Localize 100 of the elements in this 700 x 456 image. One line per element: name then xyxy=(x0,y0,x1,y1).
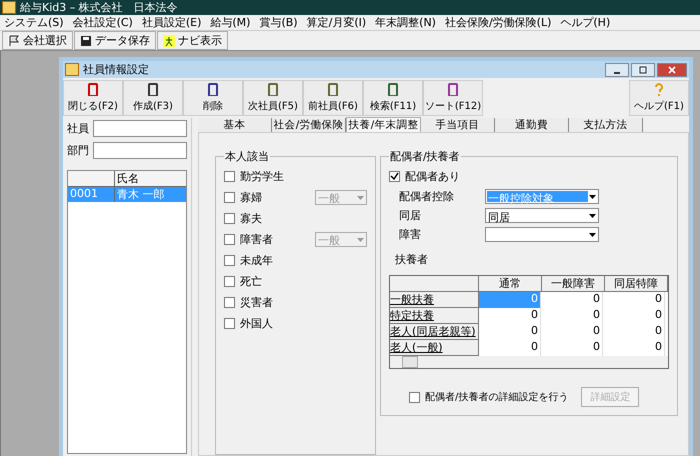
toolbar-icon xyxy=(207,83,219,96)
toolbar-button[interactable]: 削除 xyxy=(183,80,243,116)
checkbox-label: 寡夫 xyxy=(240,211,263,226)
maximize-button[interactable] xyxy=(631,62,655,76)
department-field[interactable] xyxy=(93,142,187,159)
dropdown-arrow-icon xyxy=(357,196,364,200)
toolbar-button[interactable]: 前社員(F6) xyxy=(303,80,363,116)
table-cell[interactable]: 0 xyxy=(541,292,603,308)
app-logo-icon xyxy=(65,63,79,76)
table-cell[interactable]: 0 xyxy=(541,308,603,324)
toolbar-button[interactable]: データ保存 xyxy=(74,31,156,50)
menu-item[interactable]: 社員設定(E) xyxy=(142,15,202,30)
toolbar-button[interactable]: 閉じる(F2) xyxy=(63,80,123,116)
tab[interactable]: 社会/労働保険 xyxy=(272,118,346,132)
maximize-icon xyxy=(639,66,647,74)
menu-item[interactable]: 社会保険/労働保険(L) xyxy=(444,15,552,30)
checkbox-label: 外国人 xyxy=(240,316,274,331)
column-header: 一般障害 xyxy=(542,276,605,292)
checkbox-label: 災害者 xyxy=(240,295,274,310)
menu-item[interactable]: 年末調整(N) xyxy=(375,15,436,30)
dropdown-arrow-icon xyxy=(357,238,364,242)
table-cell[interactable]: 0 xyxy=(603,292,665,308)
menu-item[interactable]: 会社設定(C) xyxy=(72,15,133,30)
dropdown[interactable]: 同居 xyxy=(485,208,599,223)
dropdown[interactable] xyxy=(485,227,599,242)
row-header: 特定扶養 xyxy=(390,308,479,324)
row-header: 一般扶養 xyxy=(390,292,479,308)
tab[interactable]: 手当項目 xyxy=(421,118,495,132)
menu-item[interactable]: 給与(M) xyxy=(210,15,250,30)
minimize-icon xyxy=(614,72,620,74)
checkbox[interactable] xyxy=(224,255,235,266)
app-logo-icon xyxy=(2,1,16,14)
toolbar-icon xyxy=(327,83,339,96)
checkbox[interactable] xyxy=(224,192,235,203)
close-icon xyxy=(668,66,676,74)
checkbox[interactable] xyxy=(224,297,235,308)
toolbar-button[interactable]: 会社選択 xyxy=(2,31,73,50)
column-header: 同居特障 xyxy=(605,276,668,292)
checkbox-label: 障害者 xyxy=(240,232,274,247)
help-button[interactable]: ヘルプ(F1) xyxy=(629,80,689,116)
employee-field[interactable] xyxy=(93,120,187,137)
runner-icon xyxy=(163,34,175,46)
checkbox[interactable] xyxy=(224,234,235,245)
section-label: 扶養者 xyxy=(394,252,429,268)
row-header: 老人(同居老親等) xyxy=(390,324,479,340)
table-cell[interactable]: 0 xyxy=(541,324,603,340)
window-title: 給与Kid3 – 株式会社 日本法令 xyxy=(20,0,178,15)
toolbar-icon xyxy=(267,83,279,96)
table-cell[interactable]: 0 xyxy=(603,308,665,324)
tab[interactable]: 扶養/年末調整 xyxy=(346,117,421,132)
checkbox-label: 未成年 xyxy=(240,253,274,268)
employee-label: 社員 xyxy=(67,121,89,136)
menu-item[interactable]: 賞与(B) xyxy=(259,15,298,30)
checkbox[interactable] xyxy=(224,171,235,182)
field-label: 障害 xyxy=(399,227,422,242)
checkbox[interactable] xyxy=(224,276,235,287)
horizontal-scrollbar[interactable] xyxy=(390,356,668,368)
menu-item[interactable]: システム(S) xyxy=(4,15,64,30)
tab[interactable]: 基本 xyxy=(198,118,272,132)
field-label: 配偶者控除 xyxy=(399,189,455,204)
checkbox-label: 勤労学生 xyxy=(240,169,285,184)
dropdown-arrow-icon xyxy=(589,194,596,198)
minimize-button[interactable] xyxy=(605,62,629,76)
checkbox-label: 寡婦 xyxy=(240,190,263,205)
table-cell[interactable]: 0 xyxy=(479,308,541,324)
table-cell[interactable]: 0 xyxy=(479,324,541,340)
dropdown-arrow-icon xyxy=(589,232,596,236)
toolbar-icon xyxy=(87,83,99,96)
toolbar-button[interactable]: ナビ表示 xyxy=(157,31,228,50)
group-title: 本人該当 xyxy=(224,149,270,164)
help-icon xyxy=(654,83,664,96)
menu-item[interactable]: 算定/月変(I) xyxy=(306,15,366,30)
column-header: 通常 xyxy=(479,276,542,292)
toolbar-button[interactable]: 次社員(F5) xyxy=(243,80,303,116)
toolbar-icon xyxy=(147,83,159,96)
checkbox[interactable] xyxy=(224,318,235,329)
department-label: 部門 xyxy=(67,143,89,158)
checkbox-label: 配偶者あり xyxy=(405,169,460,184)
flag-icon xyxy=(8,34,20,46)
toolbar-icon xyxy=(447,83,459,96)
tab[interactable]: 支払方法 xyxy=(569,118,643,132)
field-label: 同居 xyxy=(399,208,422,223)
window-title: 社員情報設定 xyxy=(83,62,149,77)
toolbar-icon xyxy=(387,83,399,96)
row-header: 老人(一般) xyxy=(390,340,479,356)
tab[interactable]: 通勤費 xyxy=(495,118,569,132)
toolbar-button[interactable]: 作成(F3) xyxy=(123,80,183,116)
close-button[interactable] xyxy=(657,62,687,76)
checkbox-label: 死亡 xyxy=(240,274,263,289)
save-icon xyxy=(80,34,92,46)
group-title: 配偶者/扶養者 xyxy=(389,149,461,164)
checkbox-label: 配偶者/扶養者の詳細設定を行う xyxy=(425,390,568,404)
toolbar-button[interactable]: ソート(F12) xyxy=(423,80,483,116)
checkbox[interactable] xyxy=(409,392,420,402)
table-cell[interactable]: 0 xyxy=(603,324,665,340)
menu-item[interactable]: ヘルプ(H) xyxy=(560,15,610,30)
dropdown-arrow-icon xyxy=(589,214,596,218)
checkbox[interactable] xyxy=(389,171,400,182)
toolbar-button[interactable]: 検索(F11) xyxy=(363,80,423,116)
checkbox[interactable] xyxy=(224,213,235,224)
